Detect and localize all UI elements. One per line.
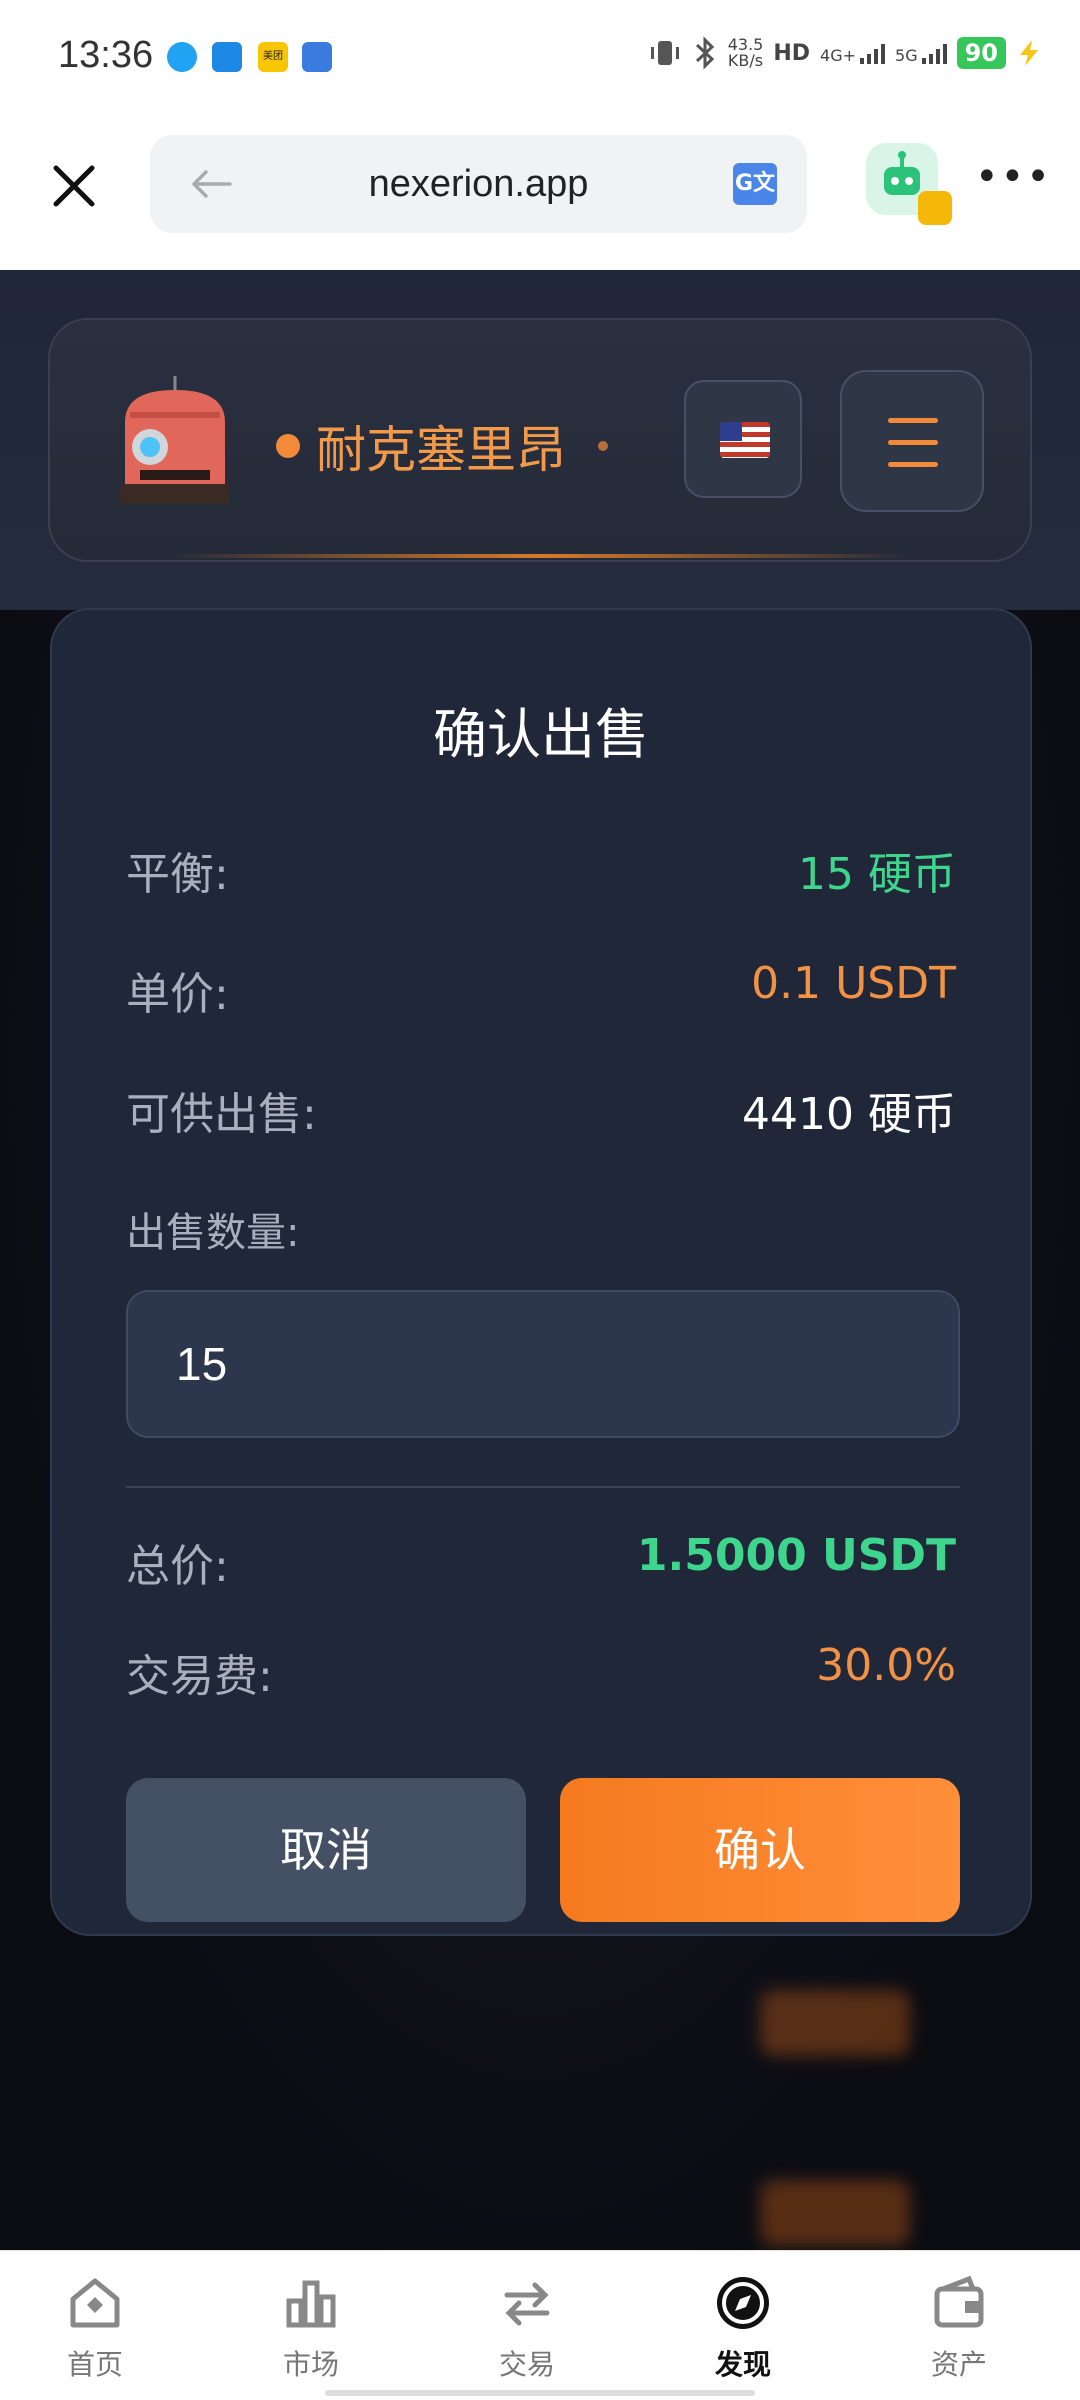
fee-value: 30.0%: [816, 1640, 956, 1691]
compass-icon: [717, 2277, 769, 2329]
language-button[interactable]: [684, 380, 802, 498]
battery-indicator: 90: [956, 37, 1006, 69]
balance-label: 平衡:: [126, 849, 229, 900]
bluetooth-icon: [695, 36, 714, 70]
total-label: 总价:: [126, 1541, 229, 1592]
browser-toolbar: nexerion.app G文 •••: [0, 115, 1080, 270]
url-text: nexerion.app: [368, 163, 589, 205]
price-label: 单价:: [126, 969, 229, 1020]
nav-trade[interactable]: 交易: [447, 2273, 607, 2393]
nav-discover[interactable]: 发现: [663, 2273, 823, 2393]
hd-badge: HD: [773, 40, 811, 66]
total-row: 总价: 1.5000 USDT: [126, 1530, 956, 1592]
more-options-icon[interactable]: •••: [975, 157, 1052, 197]
wallet-icon: [934, 2275, 984, 2328]
chart-icon: [286, 2280, 336, 2328]
cancel-button[interactable]: 取消: [126, 1778, 526, 1922]
address-bar[interactable]: nexerion.app G文: [150, 135, 807, 233]
available-value: 4410 硬币: [742, 1089, 956, 1140]
app-notification-icon: [212, 42, 242, 72]
badge-icon: [918, 191, 952, 225]
balance-row: 平衡: 15 硬币: [126, 838, 956, 900]
price-value: 0.1 USDT: [751, 958, 956, 1009]
fee-label: 交易费:: [126, 1651, 273, 1702]
balance-value: 15 硬币: [798, 849, 956, 900]
menu-button[interactable]: [840, 370, 984, 512]
translate-icon[interactable]: G文: [733, 163, 777, 205]
confirm-button[interactable]: 确认: [560, 1778, 960, 1922]
qq-icon: [167, 42, 197, 72]
brand-name: 耐克塞里昂: [316, 421, 566, 479]
us-flag-icon: [720, 422, 770, 458]
close-icon[interactable]: [48, 160, 100, 212]
dialog-title: 确认出售: [433, 703, 649, 766]
bottom-navigation: 首页 市场 交易 发现 资产: [0, 2250, 1080, 2400]
vibrate-icon: [650, 41, 679, 65]
signal-4g: 4G+: [820, 42, 886, 64]
network-speed: 43.5 KB/s: [727, 35, 764, 70]
signal-5g: 5G: [895, 42, 947, 64]
background-row: [0, 1990, 1080, 2060]
nav-assets[interactable]: 资产: [879, 2273, 1039, 2393]
header-glow-line: [170, 554, 910, 558]
price-row: 单价: 0.1 USDT: [126, 958, 956, 1020]
mining-machine-logo[interactable]: [100, 372, 250, 512]
available-row: 可供出售: 4410 硬币: [126, 1078, 956, 1140]
status-bar: 13:36 美团 43.5 KB/s HD 4G+ 5G 90: [0, 0, 1080, 115]
meituan-icon: 美团: [258, 42, 288, 72]
quantity-input[interactable]: 15: [126, 1290, 960, 1438]
confirm-sell-dialog: 确认出售 平衡: 15 硬币 单价: 0.1 USDT 可供出售: 4410 硬…: [50, 608, 1032, 1936]
background-row: [0, 2180, 1080, 2250]
divider: [126, 1486, 960, 1488]
header-card: 耐克塞里昂: [48, 318, 1032, 562]
brand-dot: [276, 434, 300, 458]
fee-row: 交易费: 30.0%: [126, 1640, 956, 1702]
total-value: 1.5000 USDT: [636, 1530, 956, 1581]
available-label: 可供出售:: [126, 1089, 317, 1140]
nav-market[interactable]: 市场: [231, 2273, 391, 2393]
charging-icon: [1020, 40, 1038, 66]
home-icon: [70, 2278, 120, 2328]
status-time: 13:36: [58, 34, 154, 76]
status-right-icons: 43.5 KB/s HD 4G+ 5G 90: [648, 36, 1042, 70]
home-indicator[interactable]: [325, 2390, 755, 2396]
brand: 耐克塞里昂: [276, 410, 608, 482]
quantity-label: 出售数量:: [126, 1210, 300, 1256]
brand-dot-small: [598, 441, 608, 451]
swap-icon: [504, 2282, 550, 2326]
app-notification-icon: [302, 42, 332, 72]
robot-assistant-icon[interactable]: [866, 143, 952, 225]
nav-home[interactable]: 首页: [15, 2273, 175, 2393]
